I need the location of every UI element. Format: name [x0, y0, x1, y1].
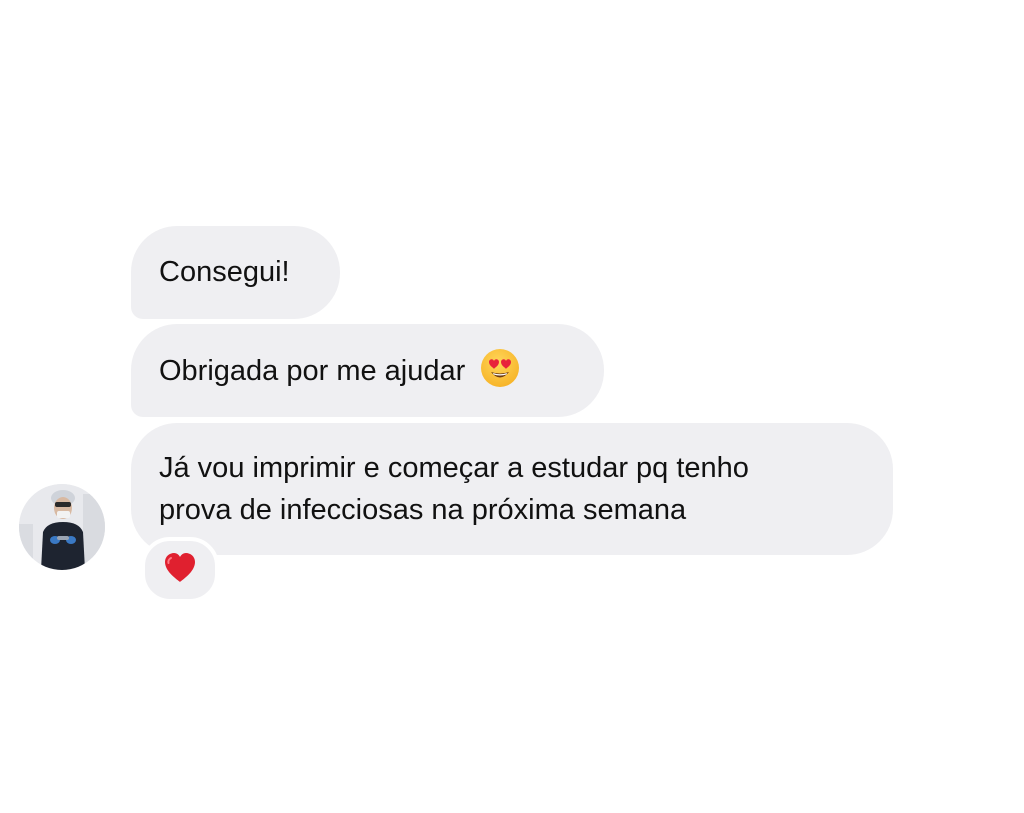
reaction-badge[interactable] [141, 537, 219, 603]
message-bubble-3[interactable]: Já vou imprimir e começar a estudar pq t… [131, 423, 893, 555]
profile-photo-icon [19, 484, 105, 570]
message-text: Consegui! [159, 256, 290, 288]
message-bubble-2[interactable]: Obrigada por me ajudar [131, 324, 604, 417]
message-bubble-1[interactable]: Consegui! [131, 226, 340, 319]
avatar[interactable] [19, 484, 105, 570]
message-text-line-2: prova de infecciosas na próxima semana [159, 494, 687, 526]
red-heart-icon [165, 553, 195, 582]
message-text-line-1: Já vou imprimir e começar a estudar pq t… [159, 452, 749, 484]
heart-eyes-emoji-icon [481, 349, 520, 387]
message-text: Obrigada por me ajudar [159, 355, 466, 387]
